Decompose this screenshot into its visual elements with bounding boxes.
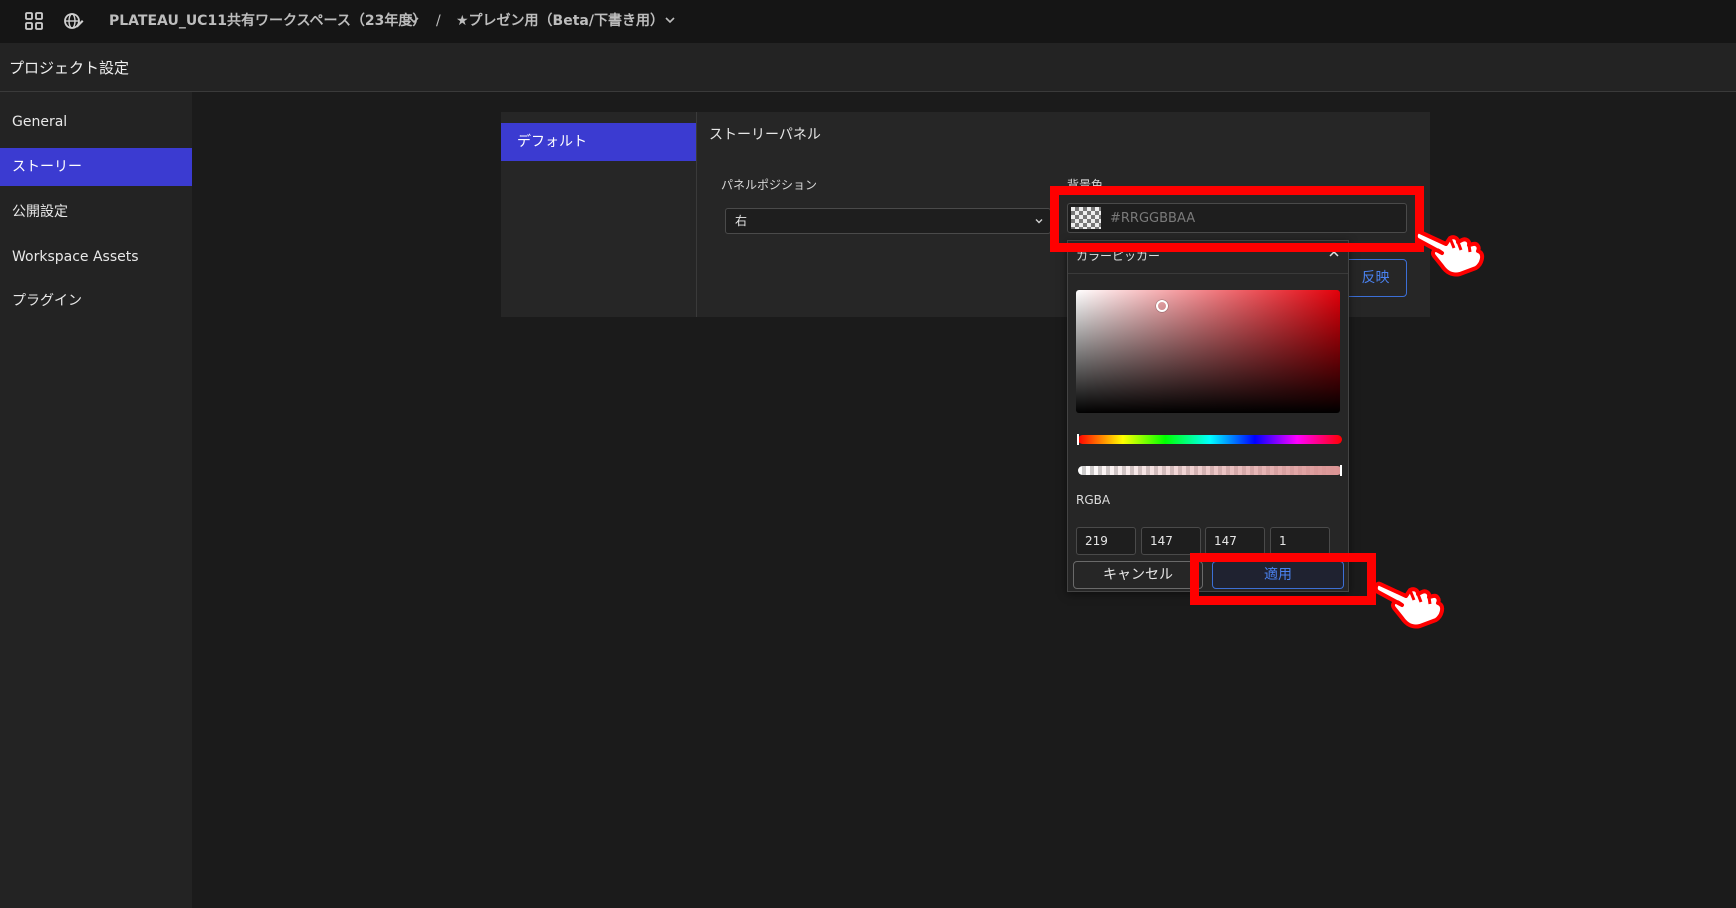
red-input[interactable]: 219 — [1076, 527, 1136, 555]
divider — [1068, 273, 1348, 274]
saturation-value-area[interactable] — [1076, 290, 1340, 413]
sidebar-item-workspace-assets[interactable]: Workspace Assets — [0, 238, 192, 276]
alpha-slider-handle[interactable] — [1340, 465, 1342, 476]
section-title: ストーリーパネル — [709, 127, 821, 143]
cancel-button[interactable]: キャンセル — [1073, 561, 1203, 589]
pointing-hand-icon — [1416, 229, 1485, 277]
page-header: プロジェクト設定 — [0, 43, 1736, 92]
tab-default[interactable]: デフォルト — [501, 123, 696, 161]
chevron-down-icon — [1035, 219, 1043, 224]
chevron-down-icon[interactable] — [663, 13, 677, 27]
alpha-input[interactable]: 1 — [1270, 527, 1330, 555]
panel-position-label: パネルポジション — [721, 178, 818, 192]
pointing-hand-icon — [1376, 581, 1445, 629]
top-bar: PLATEAU_UC11共有ワークスペース（23年度） / ★プレゼン用（Bet… — [0, 0, 1736, 43]
sidebar-item-plugins[interactable]: プラグイン — [0, 282, 192, 320]
breadcrumb-separator: / — [436, 13, 441, 29]
blue-input[interactable]: 147 — [1205, 527, 1265, 555]
chevron-down-icon[interactable] — [407, 13, 421, 27]
story-tab-list: デフォルト — [501, 112, 697, 317]
page-title: プロジェクト設定 — [9, 59, 130, 77]
dashboard-grid-icon[interactable] — [23, 10, 45, 32]
panel-position-select[interactable]: 右 — [725, 208, 1051, 234]
settings-sidebar: General ストーリー 公開設定 Workspace Assets プラグイ… — [0, 92, 192, 908]
hue-slider-handle[interactable] — [1077, 434, 1079, 445]
sidebar-item-story[interactable]: ストーリー — [0, 148, 192, 186]
project-breadcrumb[interactable]: ★プレゼン用（Beta/下書き用） — [456, 11, 664, 31]
panel-position-value: 右 — [735, 214, 748, 228]
color-picker-popup: カラーピッカー RGBA 219 147 147 1 キャンセル 適用 — [1067, 240, 1349, 592]
rgba-label: RGBA — [1076, 493, 1111, 507]
sidebar-item-general[interactable]: General — [0, 103, 192, 141]
sidebar-item-publish-settings[interactable]: 公開設定 — [0, 193, 192, 231]
globe-edit-icon[interactable] — [62, 10, 84, 32]
highlight-box — [1190, 553, 1376, 605]
reflect-button[interactable]: 反映 — [1344, 259, 1407, 297]
alpha-slider[interactable] — [1078, 465, 1342, 476]
hue-slider[interactable] — [1077, 434, 1342, 445]
green-input[interactable]: 147 — [1141, 527, 1201, 555]
workspace-breadcrumb[interactable]: PLATEAU_UC11共有ワークスペース（23年度） — [109, 11, 426, 31]
color-handle[interactable] — [1156, 300, 1168, 312]
highlight-box — [1050, 186, 1424, 252]
